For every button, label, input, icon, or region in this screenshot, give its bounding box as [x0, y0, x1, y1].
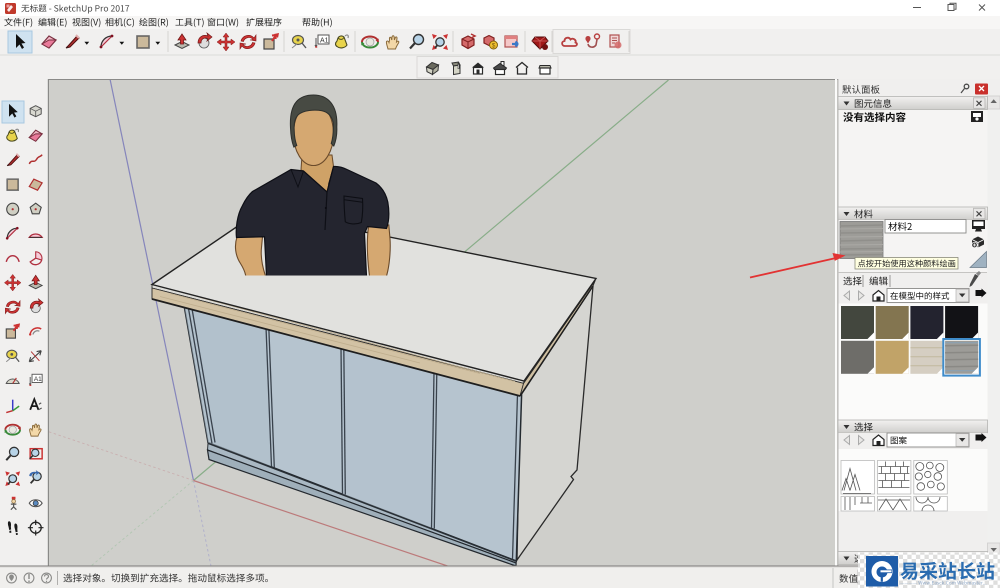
svg-text:A1: A1 — [320, 38, 329, 45]
svg-text:$: $ — [492, 43, 496, 50]
svg-text:A1: A1 — [34, 376, 42, 383]
